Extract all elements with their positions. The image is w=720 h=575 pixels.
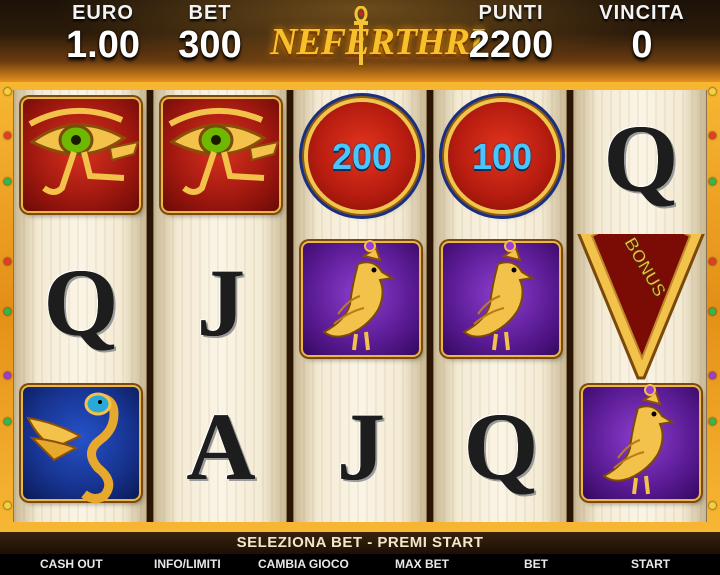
start-button[interactable]: START xyxy=(631,557,670,571)
reel-5: Q BONUS xyxy=(573,90,707,522)
coin-value: 100 xyxy=(471,136,533,177)
symbol-letter-j: J xyxy=(197,249,245,356)
points-label: PUNTI xyxy=(478,2,544,24)
symbol-golden-falcon xyxy=(434,234,568,378)
reel-3: 200 J xyxy=(293,90,427,522)
coin-icon: 200 xyxy=(308,102,416,210)
reel-4: 100 Q xyxy=(433,90,567,522)
game-logo: NEFERTHRI xyxy=(270,6,484,70)
max-bet-button[interactable]: MAX BET xyxy=(395,557,449,571)
reels-area: Q J A 200 J 100 Q Q BONUS xyxy=(13,90,707,522)
golden-falcon-icon xyxy=(462,240,535,351)
jewel-decoration xyxy=(709,88,716,95)
info-limits-button[interactable]: INFO/LIMITI xyxy=(154,557,221,571)
symbol-letter-j: J xyxy=(337,393,385,500)
bet-value: 300 xyxy=(178,24,242,66)
jewel-decoration xyxy=(4,132,11,139)
symbol-golden-falcon xyxy=(574,378,708,522)
jewel-decoration xyxy=(4,88,11,95)
symbol-letter-q: Q xyxy=(603,105,679,212)
jewel-decoration xyxy=(709,258,716,265)
bonus-shield-icon: BONUS xyxy=(577,234,705,380)
jewel-decoration xyxy=(4,308,11,315)
euro-value: 1.00 xyxy=(66,24,140,66)
symbol-winged-cobra xyxy=(14,378,148,522)
bet-label: BET xyxy=(188,2,232,24)
bet-button[interactable]: BET xyxy=(524,557,548,571)
jewel-decoration xyxy=(709,132,716,139)
jewel-decoration xyxy=(709,418,716,425)
golden-falcon-icon xyxy=(322,240,395,351)
win-value: 0 xyxy=(631,24,653,66)
status-bar: SELEZIONA BET - PREMI START xyxy=(0,532,720,554)
jewel-decoration xyxy=(4,258,11,265)
symbol-letter-a: A xyxy=(186,393,256,500)
jewel-decoration xyxy=(709,372,716,379)
reel-2: J A xyxy=(153,90,287,522)
top-bar: EURO 1.00 BET 300 NEFERTHRI PUNTI 2200 V… xyxy=(0,0,720,82)
jewel-decoration xyxy=(4,502,11,509)
symbol-coin-100: 100 xyxy=(434,90,568,234)
symbol-eye-of-horus xyxy=(154,90,288,234)
symbol-eye-of-horus xyxy=(14,90,148,234)
symbol-letter-q: Q xyxy=(43,249,119,356)
jewel-decoration xyxy=(709,502,716,509)
jewel-decoration xyxy=(4,418,11,425)
cash-out-button[interactable]: CASH OUT xyxy=(40,557,103,571)
symbol-letter-q: Q xyxy=(463,393,539,500)
win-label: VINCITA xyxy=(599,2,685,24)
jewel-decoration xyxy=(709,178,716,185)
win-display: VINCITA 0 xyxy=(582,2,702,66)
jewel-decoration xyxy=(4,372,11,379)
ankh-icon xyxy=(354,6,368,65)
bet-display: BET 300 xyxy=(162,2,258,66)
coin-icon: 100 xyxy=(448,102,556,210)
euro-label: EURO xyxy=(72,2,134,24)
symbol-golden-falcon xyxy=(294,234,428,378)
reels-frame: Q J A 200 J 100 Q Q BONUS xyxy=(0,82,720,532)
symbol-coin-200: 200 xyxy=(294,90,428,234)
coin-value: 200 xyxy=(331,136,393,177)
points-value: 2200 xyxy=(468,24,554,66)
change-game-button[interactable]: CAMBIA GIOCO xyxy=(258,557,349,571)
eye-of-horus-icon xyxy=(168,108,280,195)
credit-euro: EURO 1.00 xyxy=(52,2,154,66)
golden-falcon-icon xyxy=(602,384,675,495)
symbol-bonus: BONUS xyxy=(574,234,708,380)
points-display: PUNTI 2200 xyxy=(446,2,576,66)
reel-1: Q xyxy=(13,90,147,522)
jewel-decoration xyxy=(709,308,716,315)
jewel-decoration xyxy=(4,178,11,185)
winged-cobra-icon xyxy=(26,392,119,504)
status-message: SELEZIONA BET - PREMI START xyxy=(236,534,484,551)
eye-of-horus-icon xyxy=(28,108,140,195)
button-bar: CASH OUT INFO/LIMITI CAMBIA GIOCO MAX BE… xyxy=(0,554,720,575)
